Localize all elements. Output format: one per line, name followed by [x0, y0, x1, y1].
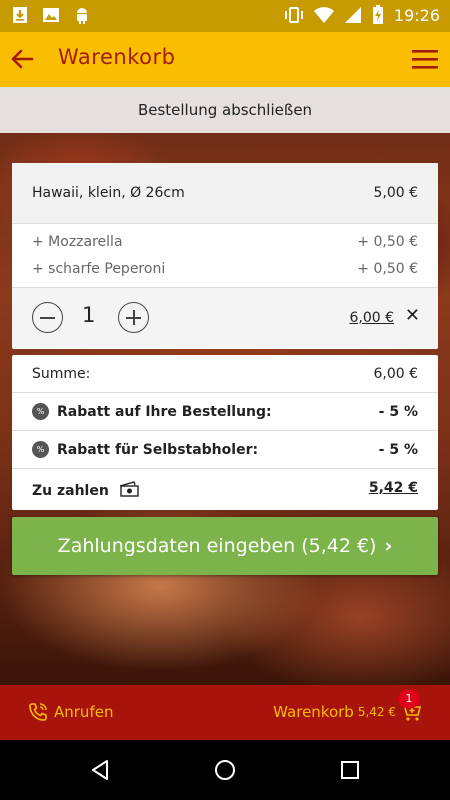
- extra-label: + scharfe Peperoni: [32, 261, 166, 277]
- total-value: 5,42 €: [368, 480, 418, 496]
- chevron-right-icon: ›: [384, 535, 393, 557]
- discount-value: - 5 %: [378, 442, 418, 458]
- item-price: 5,00 €: [373, 185, 418, 201]
- recents-square-icon[interactable]: [338, 758, 362, 782]
- checkout-subheader: Bestellung abschließen: [0, 87, 450, 133]
- clock: 19:26: [393, 5, 440, 25]
- minus-icon: [40, 317, 55, 319]
- extra-row: + scharfe Peperoni + 0,50 €: [32, 261, 418, 277]
- discount-label: Rabatt für Selbstabholer:: [57, 442, 259, 458]
- download-icon: [13, 7, 27, 23]
- arrow-left-icon[interactable]: [8, 45, 36, 73]
- cart-label: Warenkorb: [273, 703, 354, 721]
- subheader-title: Bestellung abschließen: [137, 101, 313, 119]
- quantity-value: 1: [82, 303, 96, 327]
- percent-badge-icon: %: [32, 403, 49, 420]
- sum-value: 6,00 €: [373, 366, 418, 382]
- increase-quantity-button[interactable]: [118, 302, 149, 333]
- call-button[interactable]: Anrufen: [28, 702, 113, 722]
- item-extras: + Mozzarella + 0,50 € + scharfe Peperoni…: [12, 224, 438, 288]
- hamburger-menu-icon[interactable]: [410, 46, 440, 72]
- decrease-quantity-button[interactable]: [32, 302, 63, 333]
- bottom-action-bar: Anrufen Warenkorb 5,42 € 1: [0, 685, 450, 740]
- android-icon: [77, 8, 87, 24]
- signal-icon: [344, 7, 361, 23]
- vibrate-icon: [284, 7, 303, 23]
- total-label-wrap: Zu zahlen: [32, 480, 140, 499]
- remove-item-button[interactable]: ✕: [405, 305, 420, 326]
- app-bar: Warenkorb: [0, 32, 450, 87]
- money-icon: [119, 481, 139, 497]
- cart-item-row[interactable]: Hawaii, klein, Ø 26cm 5,00 €: [12, 163, 438, 224]
- phone-icon: [29, 703, 47, 721]
- extra-price: + 0,50 €: [357, 234, 418, 250]
- page-title: Warenkorb: [58, 45, 176, 69]
- call-label: Anrufen: [54, 703, 114, 721]
- extra-label: + Mozzarella: [32, 234, 123, 250]
- cart-amount: 5,42 €: [357, 705, 396, 719]
- discount-row: % Rabatt für Selbstabholer: - 5 %: [12, 431, 438, 469]
- discount-label: Rabatt auf Ihre Bestellung:: [57, 404, 272, 420]
- total-row: Zu zahlen 5,42 €: [12, 469, 438, 507]
- percent-badge-icon: %: [32, 441, 49, 458]
- extra-price: + 0,50 €: [357, 261, 418, 277]
- item-name: Hawaii, klein, Ø 26cm: [32, 185, 185, 201]
- pay-button-label: Zahlungsdaten eingeben (5,42 €): [57, 535, 377, 557]
- total-label: Zu zahlen: [32, 483, 109, 499]
- system-nav-bar: [0, 740, 450, 800]
- summary-card: Summe: 6,00 € % Rabatt auf Ihre Bestellu…: [12, 355, 438, 510]
- cart-button[interactable]: Warenkorb 5,42 € 1: [273, 690, 422, 722]
- content-area: Bestellung abschließen Hawaii, klein, Ø …: [0, 87, 450, 685]
- sum-row: Summe: 6,00 €: [12, 355, 438, 393]
- discount-row: % Rabatt auf Ihre Bestellung: - 5 %: [12, 393, 438, 431]
- image-icon: [43, 8, 59, 22]
- cart-item-card: Hawaii, klein, Ø 26cm 5,00 € + Mozzarell…: [12, 163, 438, 349]
- home-circle-icon[interactable]: [213, 758, 237, 782]
- sum-label: Summe:: [32, 366, 91, 382]
- item-total: 6,00 €: [349, 310, 394, 326]
- discount-value: - 5 %: [378, 404, 418, 420]
- status-bar: 19:26: [0, 0, 450, 32]
- wifi-icon: [313, 7, 334, 23]
- back-triangle-icon[interactable]: [88, 758, 112, 782]
- quantity-row: 1 6,00 € ✕: [12, 288, 438, 348]
- battery-charging-icon: [372, 5, 383, 24]
- enter-payment-button[interactable]: Zahlungsdaten eingeben (5,42 €) ›: [12, 517, 438, 575]
- cart-count-badge: 1: [398, 690, 420, 708]
- extra-row: + Mozzarella + 0,50 €: [32, 234, 418, 250]
